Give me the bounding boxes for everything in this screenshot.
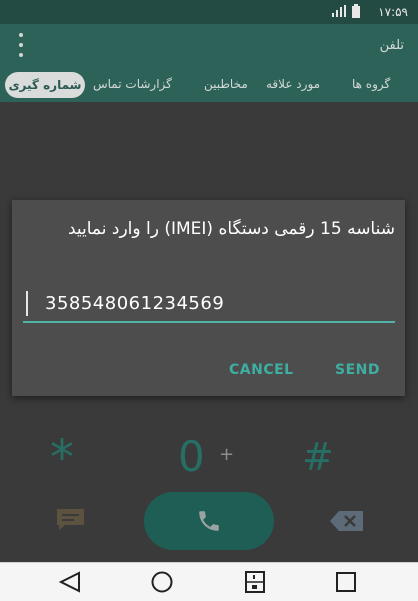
status-icons [332, 4, 360, 18]
tab-call-log[interactable]: گزارشات تماس [93, 77, 172, 91]
key-star[interactable]: * [50, 430, 74, 486]
home-icon[interactable] [150, 571, 174, 593]
battery-icon [352, 4, 360, 18]
app-title: تلفن [379, 38, 404, 53]
dialog-message: شناسه 15 رقمی دستگاه (IMEI) را وارد نمای… [67, 219, 395, 239]
tab-dialpad[interactable]: شماره گیری [5, 72, 85, 98]
key-plus-label: + [219, 444, 235, 465]
dual-sim-icon[interactable] [243, 571, 267, 593]
recents-icon[interactable] [335, 571, 357, 593]
app-bar: تلفن [0, 24, 418, 68]
key-hash[interactable]: # [302, 435, 334, 479]
phone-icon [199, 511, 219, 531]
tab-contacts[interactable]: مخاطبین [204, 77, 248, 91]
navigation-bar [0, 562, 418, 601]
text-cursor [26, 291, 28, 316]
tab-favorites[interactable]: مورد علاقه [266, 77, 320, 91]
back-icon[interactable] [57, 571, 83, 593]
imei-input[interactable]: 358548061234569 [23, 289, 395, 323]
tab-groups[interactable]: گروه ها [352, 77, 390, 91]
status-time: ۱۷:۵۹ [378, 5, 408, 19]
signal-icon [332, 5, 346, 17]
tab-bar: شماره گیری گزارشات تماس مخاطبین مورد علا… [0, 68, 418, 102]
cancel-button[interactable]: CANCEL [229, 362, 294, 378]
backspace-icon[interactable] [329, 510, 365, 532]
chat-icon[interactable] [55, 507, 86, 531]
imei-dialog: شناسه 15 رقمی دستگاه (IMEI) را وارد نمای… [12, 200, 405, 396]
imei-input-value: 358548061234569 [45, 293, 225, 314]
key-zero[interactable]: 0 [178, 432, 205, 481]
call-button[interactable] [144, 492, 274, 550]
overflow-menu-icon[interactable] [18, 33, 24, 57]
send-button[interactable]: SEND [335, 362, 380, 378]
status-bar: ۱۷:۵۹ [0, 0, 418, 24]
